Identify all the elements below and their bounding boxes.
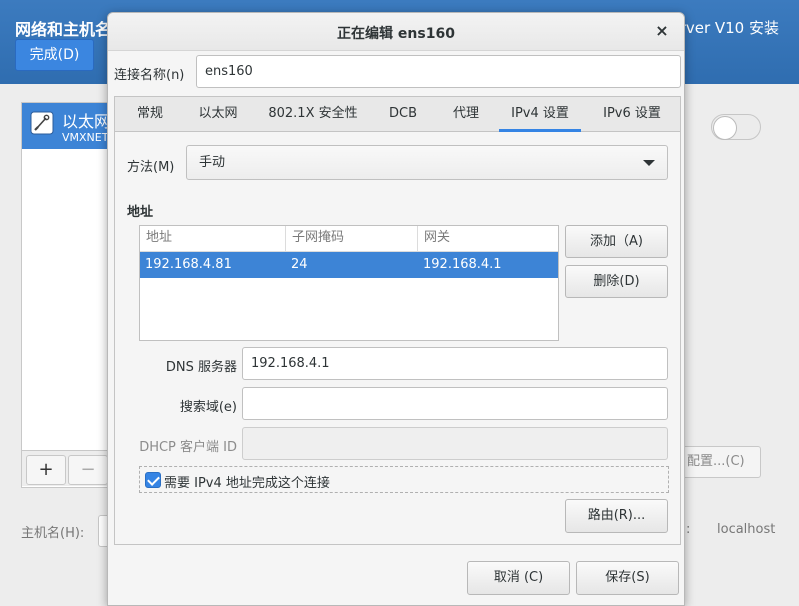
network-wired-icon — [30, 111, 54, 135]
chevron-down-icon — [643, 160, 655, 166]
tab-general[interactable]: 常规 — [124, 97, 176, 132]
require-ipv4-checkbox[interactable] — [145, 472, 161, 488]
connection-name-input[interactable] — [196, 55, 681, 88]
settings-notebook: 常规 以太网 802.1X 安全性 DCB 代理 IPv4 设置 IPv6 设置… — [114, 96, 681, 545]
close-icon[interactable]: × — [650, 20, 674, 44]
add-connection-button[interactable]: + — [26, 455, 66, 485]
remove-connection-button[interactable]: − — [68, 455, 108, 485]
method-dropdown[interactable]: 手动 — [186, 145, 668, 180]
column-header-address[interactable]: 地址 — [140, 226, 286, 252]
table-row[interactable]: 192.168.4.81 24 192.168.4.1 — [140, 252, 558, 278]
addresses-heading: 地址 — [127, 205, 154, 220]
edit-connection-dialog: 正在编辑 ens160 × 连接名称(n) 常规 以太网 802.1X 安全性 … — [107, 12, 685, 606]
current-hostname: localhost — [717, 522, 776, 537]
tab-proxy[interactable]: 代理 — [442, 97, 490, 132]
current-hostname-colon: : — [686, 522, 691, 537]
connection-list[interactable]: 以太网 VMXNET — [21, 102, 121, 488]
installer-product-title: rver V10 安装 — [679, 19, 779, 37]
connection-device: VMXNET — [62, 131, 109, 144]
delete-address-button[interactable]: 删除(D) — [565, 265, 668, 298]
routes-button[interactable]: 路由(R)... — [565, 499, 668, 533]
search-domains-input[interactable] — [242, 387, 668, 420]
require-ipv4-row[interactable]: 需要 IPv4 地址完成这个连接 — [139, 466, 669, 493]
tab-ethernet[interactable]: 以太网 — [190, 97, 246, 132]
save-button[interactable]: 保存(S) — [576, 561, 679, 595]
tab-bar: 常规 以太网 802.1X 安全性 DCB 代理 IPv4 设置 IPv6 设置 — [115, 97, 680, 132]
dialog-titlebar: 正在编辑 ens160 × — [108, 13, 684, 51]
dhcp-client-id-label: DHCP 客户端 ID — [139, 440, 237, 455]
dhcp-client-id-input[interactable] — [242, 427, 668, 460]
address-cell[interactable]: 192.168.4.81 — [141, 252, 287, 278]
connection-list-toolbar: + − — [22, 450, 112, 486]
column-header-netmask[interactable]: 子网掩码 — [286, 226, 418, 252]
connection-list-item[interactable]: 以太网 VMXNET — [22, 103, 120, 149]
method-label: 方法(M) — [127, 160, 175, 175]
done-button[interactable]: 完成(D) — [15, 39, 94, 71]
add-address-button[interactable]: 添加（A) — [565, 225, 668, 258]
tab-8021x-security[interactable]: 802.1X 安全性 — [261, 97, 365, 132]
connection-name: 以太网 — [62, 112, 111, 131]
gateway-cell[interactable]: 192.168.4.1 — [419, 252, 557, 278]
installer-title: 网络和主机名 — [15, 20, 112, 39]
netmask-cell[interactable]: 24 — [287, 252, 419, 278]
connection-name-label: 连接名称(n) — [114, 68, 185, 83]
column-header-gateway[interactable]: 网关 — [418, 226, 558, 252]
cancel-button[interactable]: 取消 (C) — [467, 561, 570, 595]
method-value: 手动 — [199, 155, 226, 170]
dialog-title: 正在编辑 ens160 — [337, 26, 455, 42]
tab-ipv4-settings[interactable]: IPv4 设置 — [499, 97, 581, 132]
addresses-table-header: 地址 子网掩码 网关 — [140, 226, 558, 252]
search-domains-label: 搜索域(e) — [179, 400, 237, 415]
dns-servers-input[interactable] — [242, 347, 668, 380]
dns-label: DNS 服务器 — [165, 360, 237, 375]
require-ipv4-label[interactable]: 需要 IPv4 地址完成这个连接 — [164, 472, 330, 491]
addresses-table[interactable]: 地址 子网掩码 网关 192.168.4.81 24 192.168.4.1 — [139, 225, 559, 341]
tab-ipv6-settings[interactable]: IPv6 设置 — [591, 97, 673, 132]
hostname-label: 主机名(H): — [21, 526, 85, 541]
connection-toggle[interactable] — [711, 114, 761, 140]
tab-dcb[interactable]: DCB — [379, 97, 427, 132]
